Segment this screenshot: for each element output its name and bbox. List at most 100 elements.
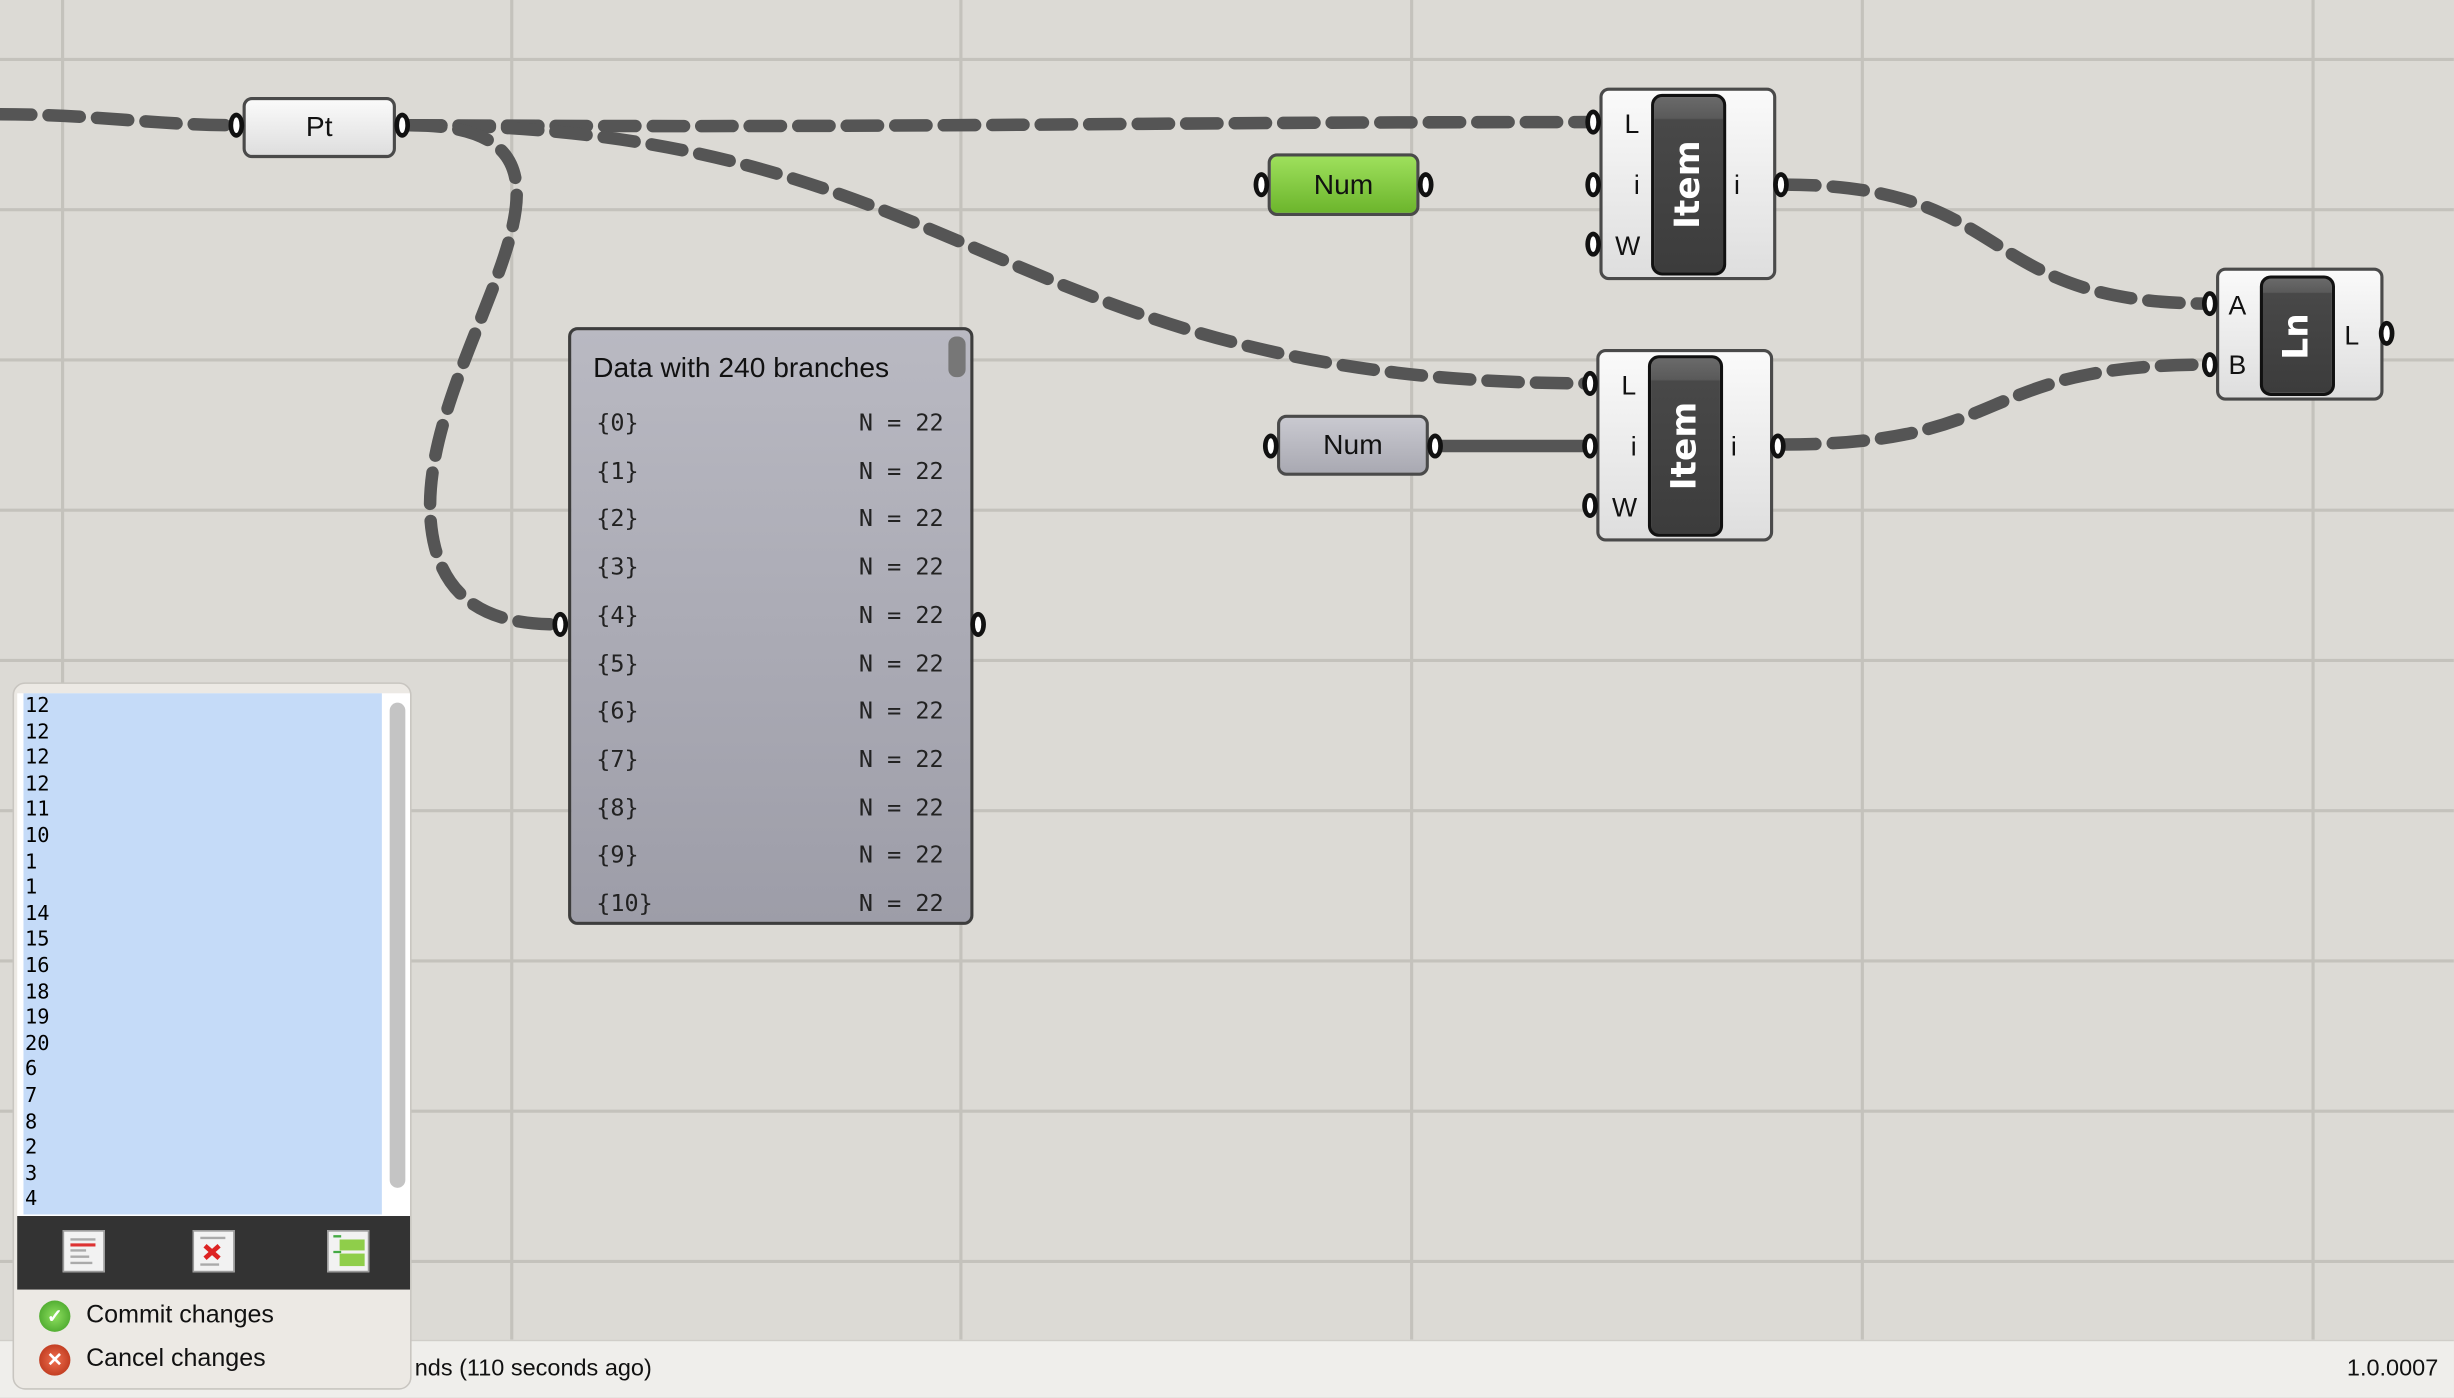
delete-item-icon[interactable] [192, 1230, 235, 1273]
cancel-icon: ✕ [39, 1344, 71, 1376]
list-value: 8 [25, 1110, 38, 1134]
branch-path: {2} [596, 504, 639, 533]
data-panel[interactable]: Data with 240 branches {0} N = 22 {1} N = 2… [568, 327, 974, 925]
component-body: Item [1651, 93, 1727, 276]
branch-path: {0} [596, 408, 639, 437]
pt-input-port[interactable] [228, 112, 245, 138]
panel-row: {2} N = 22 [596, 505, 943, 533]
number-label: Num [1313, 168, 1374, 200]
list-item-component-1[interactable]: Item L i W i [1599, 87, 1777, 281]
values-textarea[interactable]: 12 12 12 12 11 10 1 1 14 15 16 18 19 20 6 7 8 2 3 4 [17, 693, 411, 1217]
wire-item1-ln-a[interactable] [1777, 178, 2217, 310]
input-label-w: W [1615, 231, 1641, 262]
component-name: Ln [2277, 312, 2317, 359]
number-param-grey[interactable]: Num [1277, 414, 1429, 476]
panel-row: {9} N = 22 [596, 841, 943, 869]
branch-path: {7} [596, 744, 639, 773]
panel-row: {8} N = 22 [596, 793, 943, 821]
point-param[interactable]: Pt [242, 97, 396, 159]
item2-output-port[interactable] [1770, 433, 1786, 459]
panel-row: {5} N = 22 [596, 649, 943, 677]
item1-w-port[interactable] [1585, 231, 1601, 257]
input-label-l: L [1624, 109, 1640, 140]
ln-b-port[interactable] [2201, 352, 2218, 378]
output-label-i: i [1734, 170, 1740, 201]
component-name: Item [1665, 401, 1706, 491]
panel-row: {6} N = 22 [596, 697, 943, 725]
list-value: 12 [25, 772, 50, 797]
item2-l-port[interactable] [1582, 370, 1598, 396]
branch-path: {9} [596, 840, 639, 870]
component-body: Item [1647, 355, 1724, 537]
input-label-i: i [1630, 431, 1637, 462]
num-grey-input-port[interactable] [1262, 433, 1279, 459]
output-label-l: L [2344, 320, 2360, 351]
item1-i-port[interactable] [1585, 172, 1601, 198]
branch-count: N = 22 [858, 744, 944, 773]
branch-path: {4} [596, 600, 639, 629]
branch-path: {5} [596, 648, 639, 677]
branch-count: N = 22 [858, 600, 944, 629]
list-value: 12 [25, 694, 50, 719]
panel-output-port[interactable] [970, 611, 986, 637]
wire-pt-panel[interactable] [403, 118, 567, 631]
branch-count: N = 22 [858, 408, 944, 437]
output-label-i: i [1730, 431, 1737, 462]
branch-count: N = 22 [858, 888, 944, 918]
canvas[interactable]: Pt Num Num Item L i W i Item L i W i Ln … [0, 0, 2454, 1398]
panel-scrollbar[interactable] [948, 336, 966, 378]
add-items-icon[interactable] [327, 1230, 370, 1273]
component-name: Item [1669, 140, 1709, 229]
branch-path: {1} [596, 456, 639, 485]
panel-input-port[interactable] [552, 611, 569, 637]
clear-list-icon[interactable] [62, 1230, 105, 1273]
branch-count: N = 22 [858, 456, 944, 485]
list-item-component-2[interactable]: Item L i W i [1596, 348, 1774, 542]
list-value: 15 [25, 928, 50, 953]
panel-row: {1} N = 22 [596, 456, 943, 484]
input-label-w: W [1611, 492, 1638, 523]
branch-count: N = 22 [858, 696, 944, 725]
commit-changes-menu-item[interactable]: ✓ Commit changes [39, 1300, 274, 1332]
branch-count: N = 22 [858, 504, 944, 533]
wire-pt-item1-l[interactable] [403, 115, 1600, 133]
text-selection [23, 693, 382, 1215]
item1-output-port[interactable] [1773, 172, 1789, 198]
list-value: 10 [25, 824, 50, 849]
wire-in-pt[interactable] [0, 107, 242, 132]
item2-w-port[interactable] [1582, 492, 1598, 519]
list-value: 7 [25, 1084, 38, 1109]
num-green-input-port[interactable] [1253, 172, 1270, 198]
branch-count: N = 22 [858, 792, 944, 821]
number-param-green[interactable]: Num [1267, 153, 1420, 216]
num-grey-output-port[interactable] [1427, 433, 1443, 459]
list-value: 12 [25, 746, 50, 771]
branch-path: {8} [596, 792, 639, 821]
input-label-a: A [2228, 291, 2247, 321]
value-list-editor: 12 12 12 12 11 10 1 1 14 15 16 18 19 20 6 7 8 2 3 4 ✓ Commi… [12, 682, 412, 1390]
item1-l-port[interactable] [1585, 109, 1601, 135]
item2-i-port[interactable] [1582, 433, 1598, 459]
list-value: 4 [25, 1188, 38, 1212]
commit-label: Commit changes [86, 1302, 274, 1329]
input-label-l: L [1621, 370, 1637, 401]
list-value: 1 [25, 876, 38, 901]
panel-row: {3} N = 22 [596, 553, 943, 581]
list-scrollbar[interactable] [389, 702, 406, 1188]
wire-item2-ln-b[interactable] [1777, 358, 2217, 451]
num-green-output-port[interactable] [1417, 172, 1434, 198]
editor-toolbar [17, 1216, 411, 1290]
cancel-label: Cancel changes [86, 1345, 266, 1373]
pt-output-port[interactable] [394, 112, 411, 138]
input-label-b: B [2228, 350, 2247, 381]
list-value: 3 [25, 1162, 38, 1186]
line-component[interactable]: Ln A B L [2216, 267, 2384, 401]
ln-a-port[interactable] [2201, 291, 2218, 317]
input-label-i: i [1633, 170, 1640, 201]
list-value: 11 [25, 798, 50, 823]
check-icon: ✓ [39, 1300, 71, 1332]
list-value: 6 [25, 1058, 38, 1083]
cancel-changes-menu-item[interactable]: ✕ Cancel changes [39, 1344, 266, 1376]
list-value: 12 [25, 720, 50, 745]
ln-output-port[interactable] [2378, 320, 2395, 346]
